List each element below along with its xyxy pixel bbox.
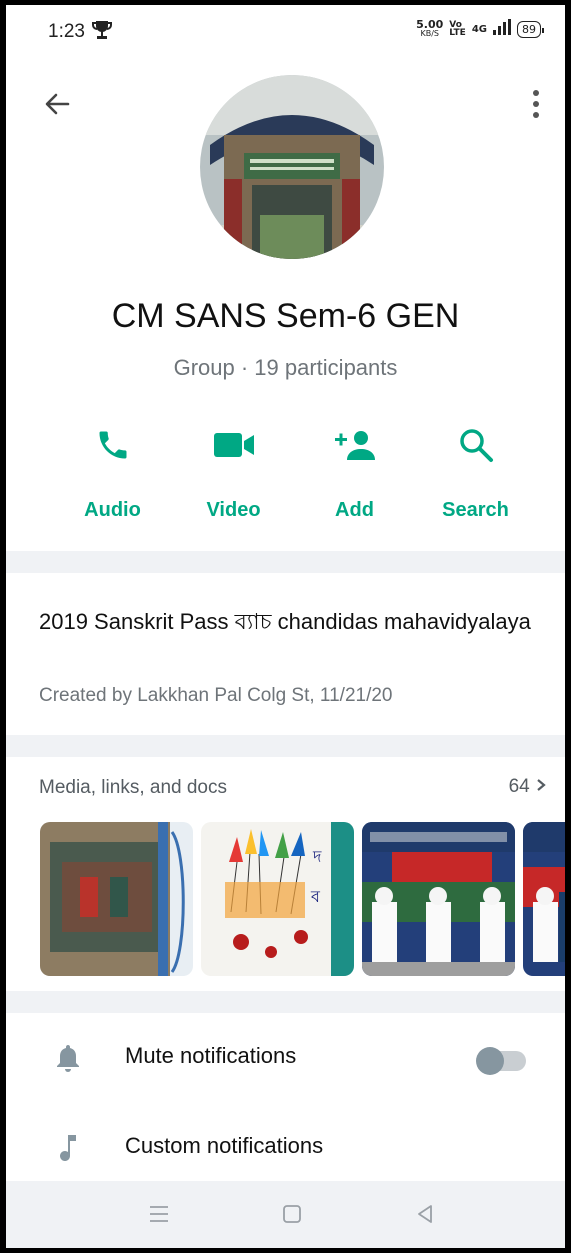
status-time: 1:23	[48, 21, 85, 42]
volte-bottom: LTE	[449, 28, 466, 38]
home-nav-icon[interactable]	[281, 1203, 303, 1230]
mute-notifications-row[interactable]: Mute notifications	[6, 1017, 565, 1097]
menu-nav-icon[interactable]	[148, 1203, 170, 1230]
back-nav-icon[interactable]	[414, 1203, 436, 1230]
volte-indicator: Vo LTE	[449, 21, 466, 38]
speed-value: 5.00	[416, 18, 444, 31]
media-thumbnail[interactable]	[40, 822, 193, 976]
media-thumbnail[interactable]	[362, 822, 515, 976]
group-name: CM SANS Sem-6 GEN	[111, 297, 460, 335]
screen: 1:23 5.00 KB/S Vo LTE 4G 89 CM SANS Sem-…	[6, 5, 565, 1248]
media-count[interactable]: 64	[509, 776, 547, 798]
speed-unit: KB/S	[420, 29, 439, 38]
network-type: 4G	[471, 23, 487, 35]
group-avatar[interactable]	[200, 75, 384, 259]
system-navigation-bar	[6, 1181, 565, 1248]
group-created-info: Created by Lakkhan Pal Colg St, 11/21/20	[39, 685, 393, 706]
mute-toggle[interactable]	[476, 1047, 526, 1075]
svg-text:ব: ব	[310, 889, 321, 906]
video-label: Video	[206, 499, 261, 521]
media-thumbnail[interactable]	[523, 822, 565, 976]
group-participants: Group · 19 participants	[173, 355, 398, 380]
music-note-icon	[56, 1133, 80, 1168]
action-row: Audio Video Add Search	[52, 425, 536, 522]
audio-label: Audio	[84, 499, 141, 521]
search-label: Search	[442, 499, 509, 521]
group-description[interactable]: 2019 Sanskrit Pass ব্যাচ chandidas mahav…	[39, 607, 539, 637]
add-person-icon	[333, 425, 377, 465]
phone-icon	[95, 425, 131, 465]
mute-notifications-label: Mute notifications	[125, 1043, 297, 1068]
custom-notifications-row[interactable]: Custom notifications	[6, 1107, 565, 1187]
media-section-title[interactable]: Media, links, and docs	[39, 777, 227, 799]
status-bar: 1:23 5.00 KB/S Vo LTE 4G 89	[6, 5, 565, 57]
network-speed: 5.00 KB/S	[416, 18, 444, 38]
battery-icon: 89	[517, 20, 544, 38]
custom-notifications-label: Custom notifications	[125, 1133, 324, 1158]
add-participant-button[interactable]: Add	[294, 425, 415, 522]
audio-call-button[interactable]: Audio	[52, 425, 173, 522]
section-divider	[6, 735, 565, 757]
add-label: Add	[335, 499, 374, 521]
signal-icon	[493, 19, 511, 39]
svg-text:দ: দ	[312, 849, 322, 866]
search-icon	[458, 425, 494, 465]
section-divider	[6, 991, 565, 1013]
chevron-right-icon	[537, 779, 546, 791]
bell-icon	[56, 1043, 80, 1078]
media-thumbnail[interactable]: দব	[201, 822, 354, 976]
media-count-value: 64	[508, 776, 530, 797]
more-options-icon[interactable]	[526, 87, 546, 121]
video-call-button[interactable]: Video	[173, 425, 294, 522]
media-thumbnails: দব	[40, 822, 565, 976]
section-divider	[6, 551, 565, 573]
battery-level: 89	[522, 22, 536, 36]
toggle-knob	[476, 1047, 504, 1075]
video-icon	[213, 425, 255, 465]
search-button[interactable]: Search	[415, 425, 536, 522]
trophy-icon	[92, 19, 112, 46]
back-arrow-icon[interactable]	[42, 89, 72, 119]
